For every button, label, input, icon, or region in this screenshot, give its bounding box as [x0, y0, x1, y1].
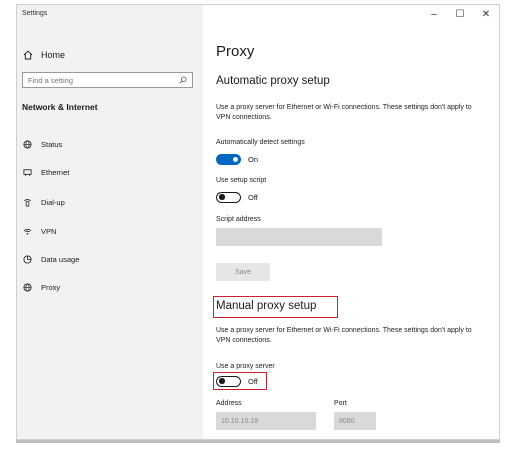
- script-address-input[interactable]: [216, 228, 382, 246]
- search-box[interactable]: [22, 72, 193, 88]
- manual-proxy-heading: Manual proxy setup: [216, 300, 317, 312]
- sidebar-item-ethernet[interactable]: Ethernet: [23, 165, 69, 179]
- use-proxy-state: Off: [248, 376, 258, 386]
- address-label: Address: [216, 400, 242, 407]
- auto-detect-label: Automatically detect settings: [216, 139, 305, 146]
- section-title: Network & Internet: [22, 102, 98, 112]
- sidebar-item-vpn[interactable]: VPN: [23, 224, 56, 238]
- use-proxy-label: Use a proxy server: [216, 363, 275, 370]
- manual-proxy-description: Use a proxy server for Ethernet or Wi-Fi…: [216, 327, 472, 344]
- main-content: – ☐ ✕ Proxy Automatic proxy setup Use a …: [203, 5, 499, 439]
- setup-script-label: Use setup script: [216, 177, 267, 184]
- automatic-proxy-description: Use a proxy server for Ethernet or Wi-Fi…: [216, 104, 472, 121]
- maximize-button[interactable]: ☐: [447, 5, 473, 23]
- port-label: Port: [334, 400, 347, 407]
- home-icon: [23, 50, 33, 60]
- home-nav-item[interactable]: Home: [23, 47, 65, 63]
- globe-icon: [23, 139, 32, 149]
- script-address-label: Script address: [216, 216, 261, 223]
- toggle-switch-on[interactable]: [216, 153, 241, 165]
- setup-script-toggle[interactable]: Off: [216, 191, 258, 203]
- vpn-icon: [23, 228, 32, 235]
- proxy-port-input[interactable]: [334, 412, 376, 430]
- search-input[interactable]: [28, 75, 179, 85]
- proxy-address-input[interactable]: [216, 412, 316, 430]
- use-proxy-toggle[interactable]: Off: [216, 375, 258, 387]
- search-icon: [179, 76, 187, 84]
- sidebar-item-label: Status: [41, 139, 63, 149]
- sidebar-item-label: Data usage: [41, 254, 80, 264]
- home-label: Home: [41, 50, 66, 60]
- window-shadow: [16, 440, 500, 443]
- close-button[interactable]: ✕: [473, 5, 499, 23]
- page-title: Proxy: [216, 43, 255, 60]
- auto-detect-toggle[interactable]: On: [216, 153, 258, 165]
- sidebar: Settings Home Network & Internet Status …: [17, 5, 203, 439]
- toggle-switch-off[interactable]: [216, 191, 241, 203]
- dialup-icon: [24, 198, 31, 206]
- sidebar-item-label: Dial-up: [41, 197, 65, 207]
- window-title: Settings: [22, 10, 48, 17]
- toggle-switch-off[interactable]: [216, 375, 241, 387]
- sidebar-item-data-usage[interactable]: Data usage: [23, 252, 79, 266]
- automatic-proxy-heading: Automatic proxy setup: [216, 75, 330, 87]
- setup-script-state: Off: [248, 192, 258, 202]
- settings-window: Settings Home Network & Internet Status …: [16, 4, 500, 440]
- sidebar-item-label: Ethernet: [41, 167, 70, 177]
- globe-icon: [23, 282, 32, 292]
- auto-detect-state: On: [248, 154, 259, 164]
- ethernet-icon: [23, 168, 32, 176]
- minimize-button[interactable]: –: [421, 5, 447, 23]
- sidebar-item-label: VPN: [41, 226, 57, 236]
- sidebar-item-proxy[interactable]: Proxy: [23, 280, 60, 294]
- sidebar-item-status[interactable]: Status: [23, 137, 62, 151]
- sidebar-item-label: Proxy: [41, 282, 61, 292]
- data-usage-icon: [23, 254, 32, 264]
- save-button[interactable]: Save: [216, 263, 270, 281]
- window-controls: – ☐ ✕: [421, 5, 499, 23]
- sidebar-item-dialup[interactable]: Dial-up: [23, 195, 65, 209]
